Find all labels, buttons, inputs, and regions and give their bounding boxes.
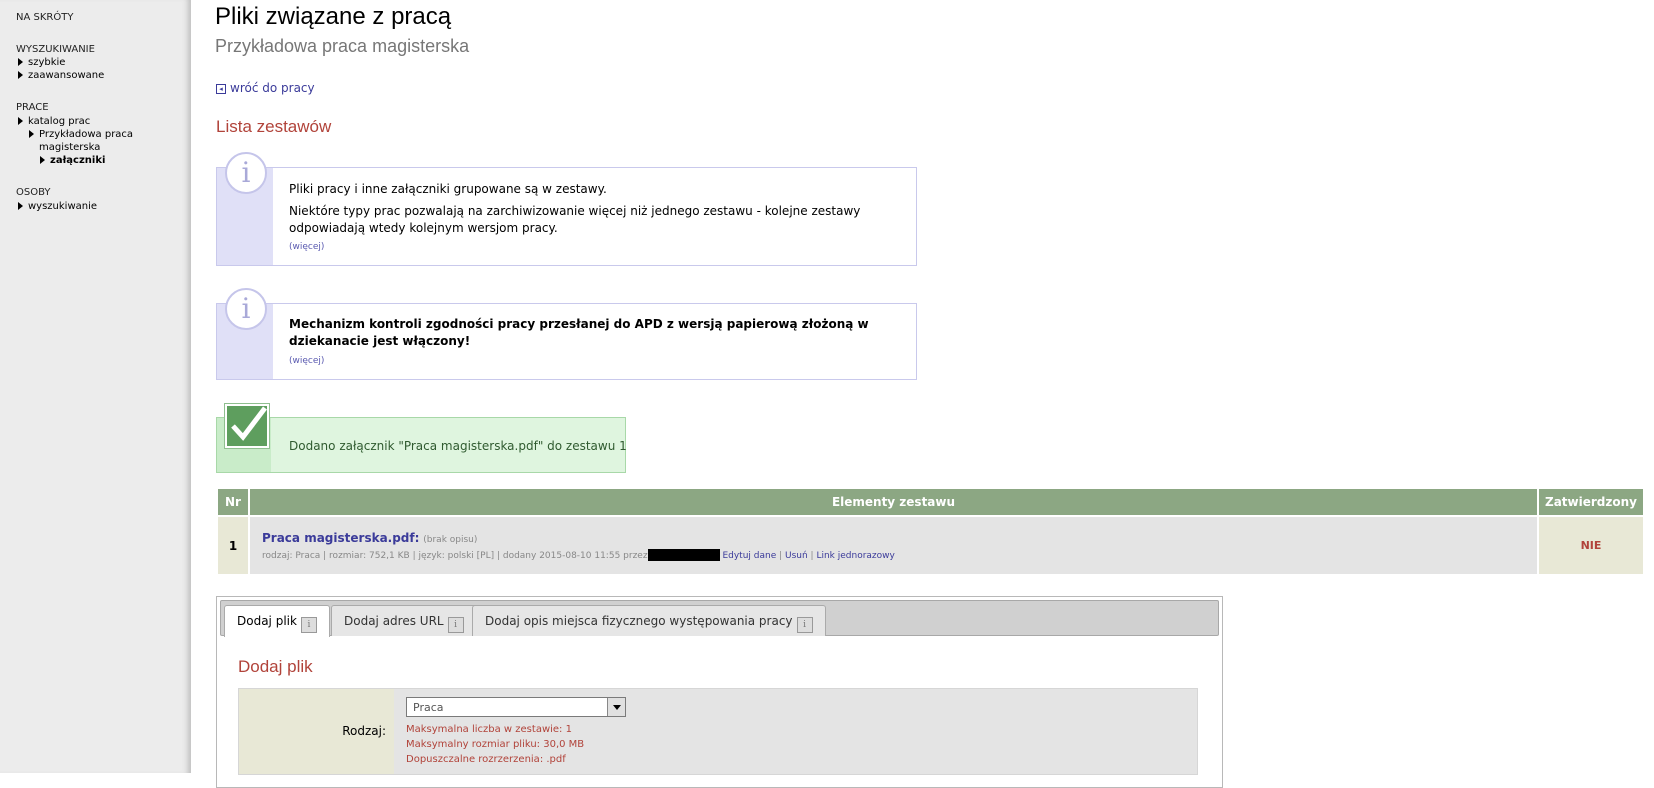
sidebar-item-label: Przykładowa praca [39, 129, 134, 140]
sidebar-item-thesis-line2[interactable]: magisterska [39, 142, 100, 153]
edit-link[interactable]: Edytuj dane [722, 551, 776, 561]
more-link[interactable]: (więcej) [289, 242, 324, 252]
table-row: 1 Praca magisterska.pdf: (brak opisu) ro… [218, 517, 1643, 574]
sidebar-people-heading: OSOBY [16, 187, 51, 198]
sidebar-item-people-search[interactable]: wyszukiwanie [18, 201, 97, 212]
type-label: Rodzaj: [342, 724, 386, 738]
file-name-link[interactable]: Praca magisterska.pdf: [262, 531, 419, 545]
info-icon[interactable]: i [796, 617, 813, 633]
triangle-right-icon [18, 71, 23, 79]
info-text: Mechanizm kontroli zgodności pracy przes… [289, 317, 869, 348]
back-arrow-icon: ◂ [216, 84, 226, 94]
triangle-right-icon [18, 58, 23, 66]
sidebar-item-advanced-search[interactable]: zaawansowane [18, 70, 104, 81]
checkmark-icon [225, 404, 269, 448]
file-meta-text: rodzaj: Praca | rozmiar: 752,1 KB | języ… [262, 550, 648, 561]
form-title: Dodaj plik [238, 657, 313, 676]
onetime-link[interactable]: Link jednorazowy [816, 551, 894, 561]
more-link[interactable]: (więcej) [289, 356, 324, 366]
sets-section-title: Lista zestawów [216, 117, 332, 136]
sidebar-theses-heading: PRACE [16, 102, 49, 113]
hint-extensions: Dopuszczalne rozrzerzenia: .pdf [406, 754, 566, 765]
info-icon[interactable]: i [300, 617, 317, 633]
table-header-row: Nr Elementy zestawu Zatwierdzony [218, 489, 1643, 515]
cell-nr: 1 [218, 517, 248, 574]
success-message-box: Dodano załącznik "Praca magisterska.pdf"… [216, 404, 627, 473]
tab-add-file[interactable]: Dodaj plik i [224, 605, 330, 637]
form-row-type: Rodzaj: Praca Maksymalna liczba w zestaw… [238, 688, 1198, 775]
sidebar-item-quick-search[interactable]: szybkie [18, 57, 65, 68]
column-header-elements: Elementy zestawu [250, 489, 1537, 515]
sets-table: Nr Elementy zestawu Zatwierdzony 1 Praca… [216, 487, 1645, 576]
info-box-sets: i Pliki pracy i inne załączniki grupowan… [216, 152, 917, 266]
column-header-confirmed: Zatwierdzony [1539, 489, 1643, 515]
tab-label: Dodaj opis miejsca fizycznego występowan… [485, 614, 793, 628]
triangle-right-icon [40, 156, 45, 164]
tab-label: Dodaj plik [237, 614, 297, 628]
file-description: (brak opisu) [423, 534, 478, 545]
info-box-compliance: i Mechanizm kontroli zgodności pracy prz… [216, 288, 917, 380]
tab-label: Dodaj adres URL [344, 614, 444, 628]
type-select-value: Praca [413, 701, 444, 714]
sidebar-item-attachments[interactable]: załączniki [40, 155, 105, 166]
tab-bar: Dodaj plik i Dodaj adres URL i Dodaj opis … [220, 600, 1219, 637]
page-title: Pliki związane z pracą [215, 3, 452, 30]
redacted-user [647, 548, 720, 561]
sidebar-item-thesis[interactable]: Przykładowa praca [29, 129, 133, 140]
file-meta: rodzaj: Praca | rozmiar: 752,1 KB | języ… [262, 548, 895, 561]
hint-max-size: Maksymalny rozmiar pliku: 30,0 MB [406, 739, 585, 750]
triangle-right-icon [18, 202, 23, 210]
cell-elements: Praca magisterska.pdf: (brak opisu) rodz… [250, 517, 1537, 574]
success-text: Dodano załącznik "Praca magisterska.pdf"… [289, 439, 627, 453]
info-icon[interactable]: i [447, 617, 464, 633]
cell-confirmed: NIE [1539, 517, 1643, 574]
sidebar-search-heading: WYSZUKIWANIE [16, 44, 95, 55]
column-header-nr: Nr [218, 489, 248, 515]
sidebar-shortcuts-heading[interactable]: NA SKRÓTY [16, 12, 73, 23]
sidebar-item-label: załączniki [50, 155, 106, 166]
back-link-label: wróć do pracy [230, 81, 315, 95]
sidebar-item-label: katalog prac [28, 116, 91, 127]
sidebar-item-catalog[interactable]: katalog prac [18, 116, 90, 127]
sidebar: NA SKRÓTY WYSZUKIWANIE szybkie zaawansow… [0, 0, 191, 773]
page-subtitle: Przykładowa praca magisterska [215, 36, 470, 56]
sidebar-item-label: szybkie [28, 57, 66, 68]
type-select[interactable]: Praca [406, 697, 626, 717]
chevron-down-icon[interactable] [607, 698, 625, 716]
info-icon: i [225, 288, 267, 330]
info-icon: i [225, 152, 267, 194]
triangle-right-icon [18, 117, 23, 125]
info-text: Pliki pracy i inne załączniki grupowane … [289, 182, 607, 196]
tab-add-url[interactable]: Dodaj adres URL i [331, 605, 477, 636]
type-label-cell: Rodzaj: [239, 689, 394, 774]
sidebar-item-label: zaawansowane [28, 70, 105, 81]
hint-max-count: Maksymalna liczba w zestawie: 1 [406, 724, 572, 735]
back-to-thesis-link[interactable]: ◂ wróć do pracy [216, 81, 315, 95]
sidebar-item-label: wyszukiwanie [28, 201, 98, 212]
triangle-right-icon [29, 130, 34, 138]
delete-link[interactable]: Usuń [785, 551, 808, 561]
info-text: Niektóre typy prac pozwalają na zarchiwi… [289, 204, 861, 235]
tab-add-physical-location[interactable]: Dodaj opis miejsca fizycznego występowan… [472, 605, 826, 636]
